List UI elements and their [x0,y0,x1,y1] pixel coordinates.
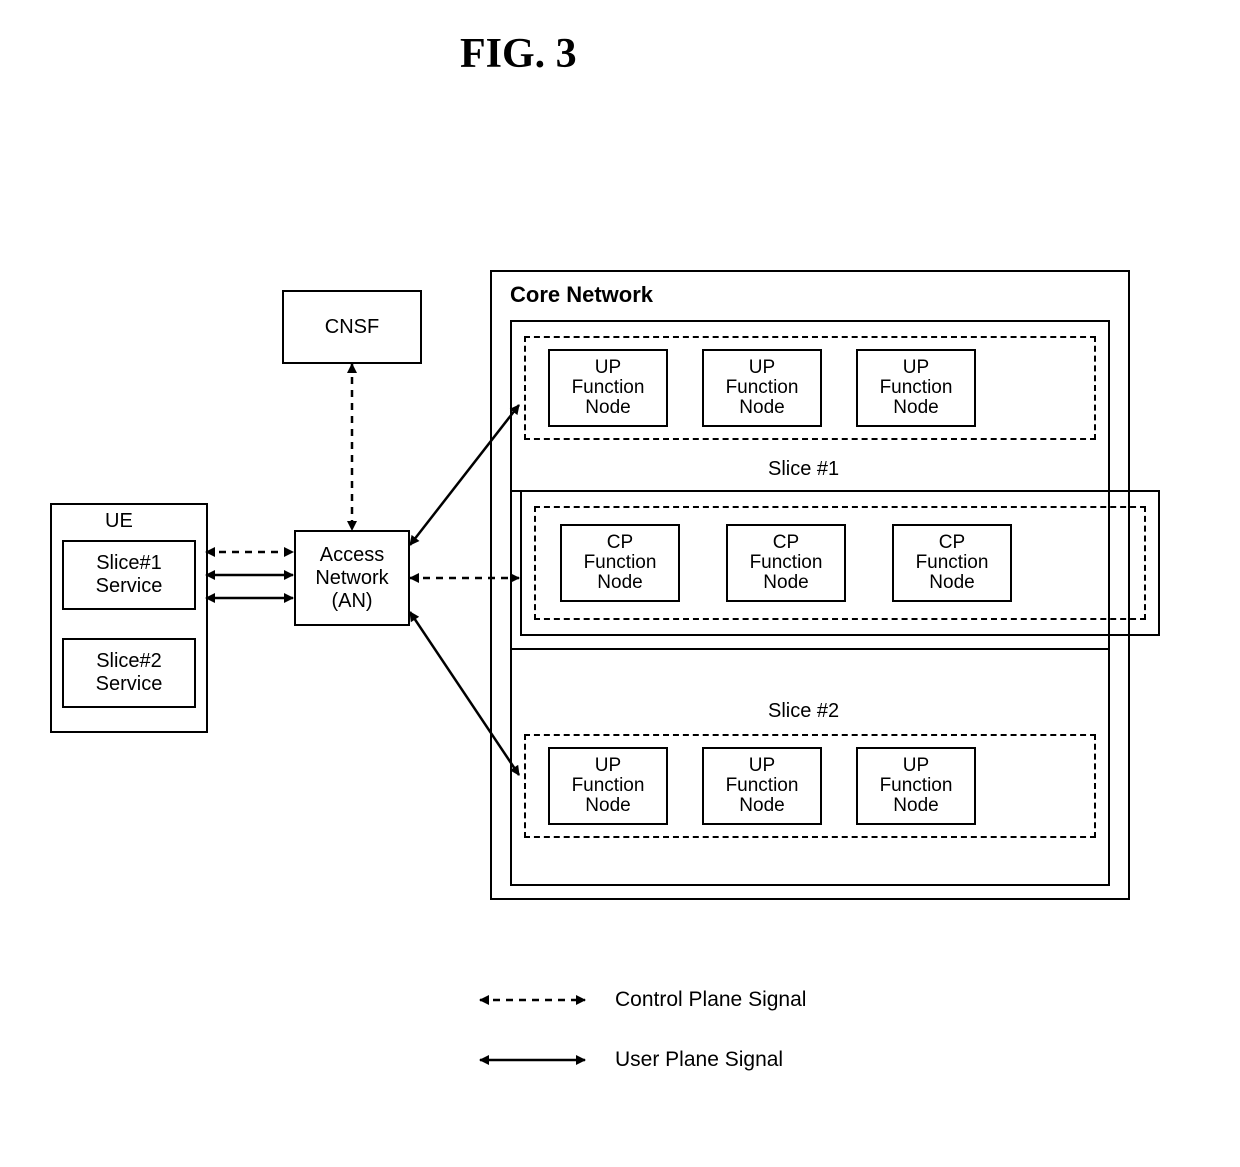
ue-title: UE [105,510,133,533]
figure-3-diagram: FIG. 3 UE Slice#1 Service [0,0,1240,1167]
slice1-up-node-1: UP Function Node [548,349,668,427]
legend-user-label: User Plane Signal [615,1048,783,1072]
cnsf-box: CNSF [282,290,422,364]
slice2-up-node-3: UP Function Node [856,747,976,825]
slice1-up-node-2: UP Function Node [702,349,822,427]
ue-slice2-service: Slice#2 Service [62,638,196,708]
slice1-label: Slice #1 [768,458,839,481]
ue-slice1-service: Slice#1 Service [62,540,196,610]
slice1-up-row: UP Function Node UP Function Node UP Fun… [548,349,976,427]
access-network-box: Access Network (AN) [294,530,410,626]
slice2-label: Slice #2 [762,700,845,723]
slice2-up-node-1: UP Function Node [548,747,668,825]
legend-control-label: Control Plane Signal [615,988,806,1012]
slice2-up-node-2: UP Function Node [702,747,822,825]
slice1-up-node-3: UP Function Node [856,349,976,427]
slice2-up-row: UP Function Node UP Function Node UP Fun… [548,747,976,825]
core-network-title: Core Network [510,282,653,308]
